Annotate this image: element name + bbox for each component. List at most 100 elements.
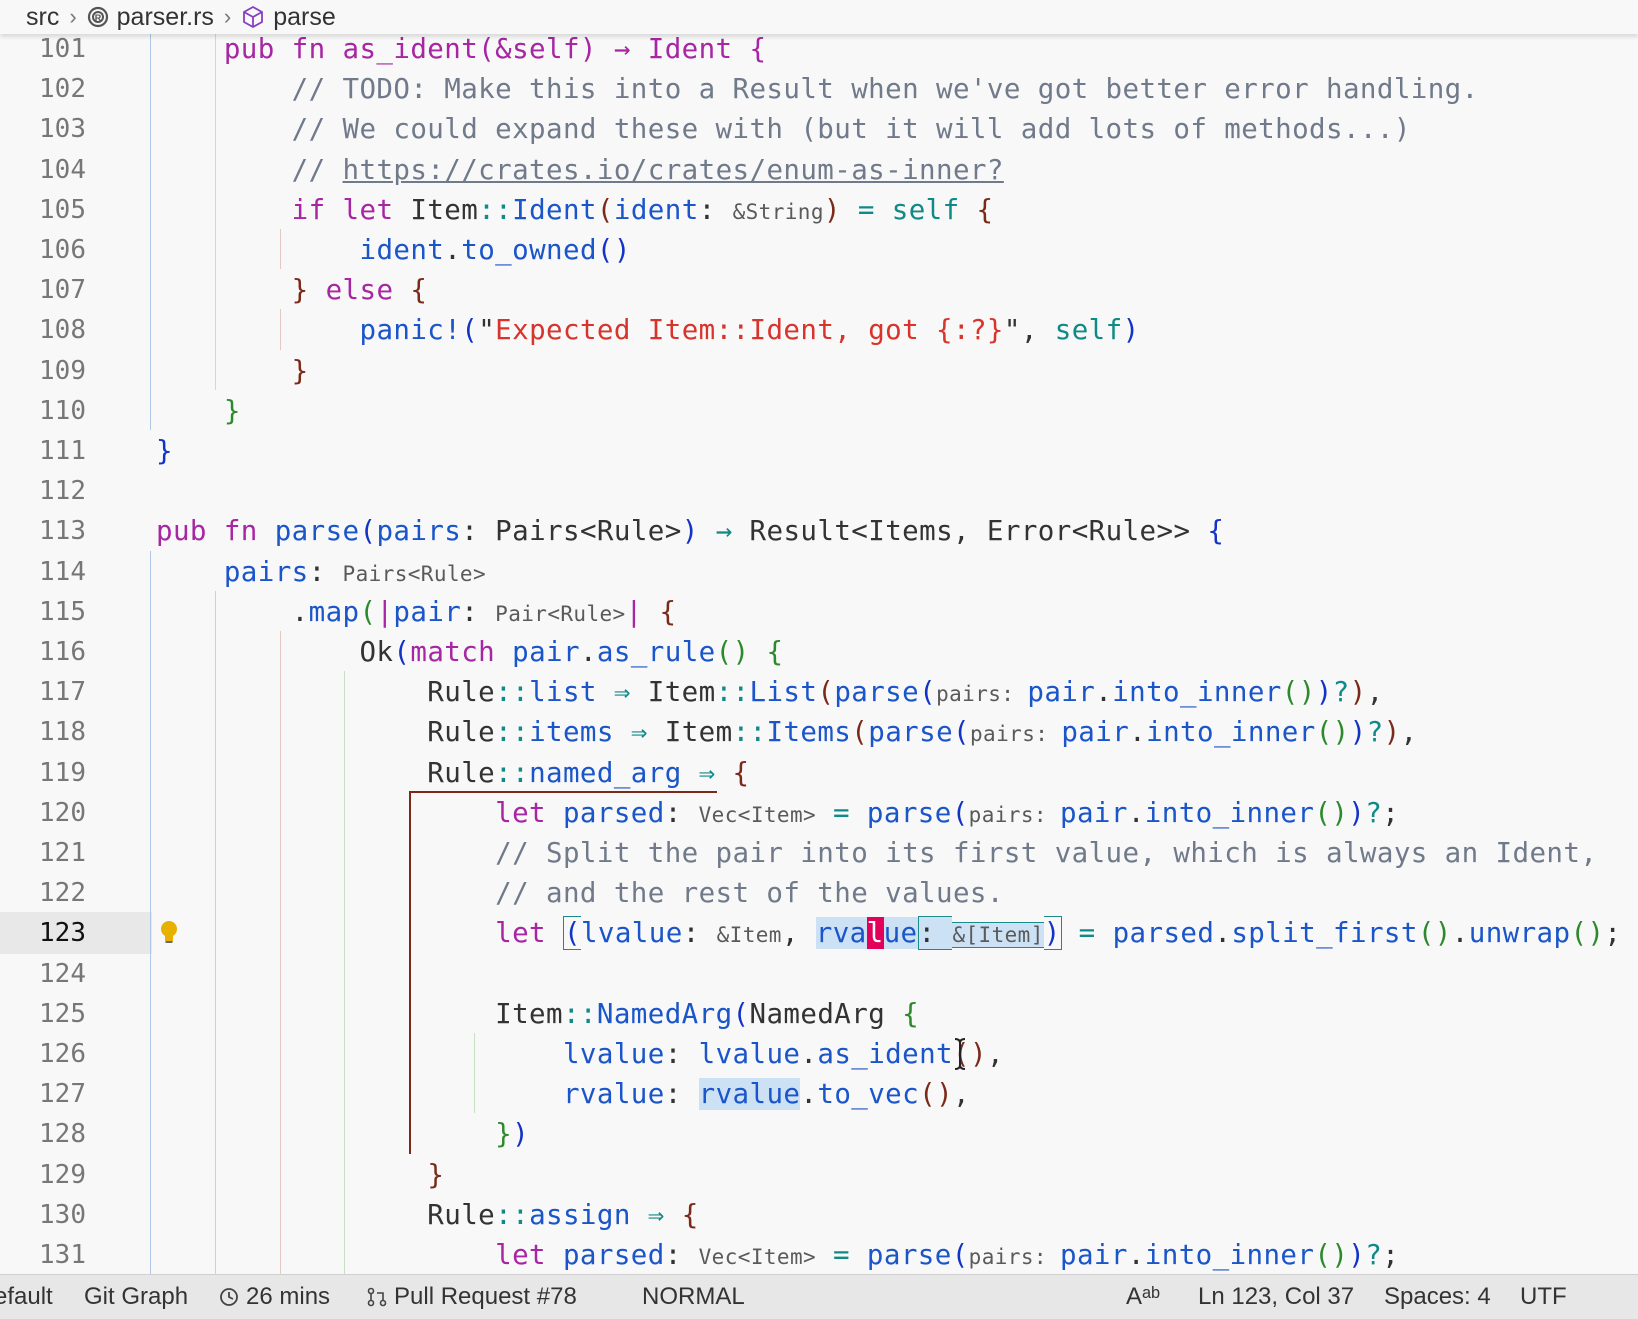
line-number: 103 xyxy=(39,114,86,145)
status-item[interactable]: Ln 123, Col 37 xyxy=(1198,1275,1354,1319)
code-line[interactable]: 112 xyxy=(0,470,1638,512)
code-token: Rule xyxy=(156,716,496,749)
code-token: to_owned xyxy=(461,234,597,266)
code-line[interactable]: 104 // https://crates.io/crates/enum-as-… xyxy=(0,149,1638,191)
code-token: ⇒ xyxy=(630,1198,682,1231)
code-token: () xyxy=(1314,1239,1349,1271)
code-token: () xyxy=(715,636,750,668)
status-item[interactable]: NORMAL xyxy=(642,1275,745,1319)
code-token: = xyxy=(1061,917,1113,950)
breadcrumb-item[interactable]: src xyxy=(26,3,59,32)
code-line[interactable]: 126 lvalue: lvalue.as_ident(), xyxy=(0,1033,1638,1075)
code-token: () xyxy=(1281,676,1316,709)
code-token: , xyxy=(1020,314,1055,347)
code-line[interactable]: 111} xyxy=(0,430,1638,472)
code-line[interactable]: 129 } xyxy=(0,1154,1638,1196)
code-token: } xyxy=(495,1118,513,1151)
code-line[interactable]: 116 Ok(match pair.as_rule() { xyxy=(0,631,1638,673)
code-text: ident.to_owned() xyxy=(156,229,631,271)
status-label: Ln 123, Col 37 xyxy=(1198,1283,1355,1310)
code-line[interactable]: 128 }) xyxy=(0,1113,1638,1155)
code-token: // Split the pair into its first value, … xyxy=(156,837,1598,869)
history-icon xyxy=(218,1286,240,1308)
code-line[interactable]: 106 ident.to_owned() xyxy=(0,229,1638,271)
indent-guide xyxy=(214,590,216,1274)
code-line[interactable]: 101 pub fn as_ident(&self) → Ident { xyxy=(0,34,1638,70)
code-token: List xyxy=(749,676,818,709)
status-item[interactable]: UTF xyxy=(1520,1275,1567,1319)
code-line[interactable]: 119 Rule::named_arg ⇒ { xyxy=(0,752,1638,794)
code-line[interactable]: 127 rvalue: rvalue.to_vec(), xyxy=(0,1073,1638,1115)
status-item[interactable]: Git Graph xyxy=(84,1275,188,1319)
lightbulb-icon[interactable] xyxy=(160,920,178,950)
code-line[interactable]: 115 .map(|pair: Pair<Rule>| { xyxy=(0,591,1638,633)
code-token: : xyxy=(308,555,343,588)
code-token: rvalue xyxy=(562,1078,665,1111)
line-number: 102 xyxy=(39,74,86,105)
code-line[interactable]: 131 let parsed: Vec<Item> = parse(pairs:… xyxy=(0,1234,1638,1274)
code-token: : xyxy=(664,1078,699,1111)
code-token: ) xyxy=(512,1118,530,1151)
code-line[interactable]: 103 // We could expand these with (but i… xyxy=(0,108,1638,150)
code-token: ( xyxy=(359,515,377,548)
line-number: 121 xyxy=(39,838,86,868)
code-token: . xyxy=(800,1078,818,1111)
code-line[interactable]: 109 } xyxy=(0,350,1638,392)
code-editor[interactable]: 101 pub fn as_ident(&self) → Ident {102 … xyxy=(0,34,1638,1274)
breadcrumb-item[interactable]: parse xyxy=(241,3,336,32)
code-line[interactable]: 117 Rule::list ⇒ Item::List(parse(pairs:… xyxy=(0,671,1638,713)
code-token: Item xyxy=(156,997,563,1030)
code-text: Rule::assign ⇒ { xyxy=(156,1194,699,1236)
code-text: }) xyxy=(156,1113,529,1155)
code-token: pair xyxy=(512,636,580,668)
status-label: 26 mins xyxy=(246,1283,331,1310)
code-line[interactable]: 130 Rule::assign ⇒ { xyxy=(0,1194,1638,1236)
status-item[interactable]: Spaces: 4 xyxy=(1384,1275,1491,1319)
breadcrumb-item[interactable]: Rparser.rs xyxy=(87,3,214,32)
code-text: lvalue: lvalue.as_ident(), xyxy=(156,1033,1004,1075)
code-line[interactable]: 125 Item::NamedArg(NamedArg { xyxy=(0,993,1638,1035)
status-item[interactable]: Aᵃᵇ xyxy=(1126,1275,1160,1319)
code-token: ) xyxy=(1315,676,1333,709)
code-text: Ok(match pair.as_rule() { xyxy=(156,631,783,673)
code-token: Rule xyxy=(156,756,496,789)
status-label: NORMAL xyxy=(642,1283,745,1310)
code-token: :: xyxy=(495,716,530,749)
code-line[interactable]: 118 Rule::items ⇒ Item::Items(parse(pair… xyxy=(0,711,1638,753)
line-number: 118 xyxy=(39,717,86,748)
code-text: pub fn parse(pairs: Pairs<Rule>) → Resul… xyxy=(156,510,1224,552)
code-token: ( xyxy=(951,796,969,829)
code-token: ? xyxy=(1366,716,1384,749)
code-token: ( xyxy=(953,716,971,749)
code-text: rvalue: rvalue.to_vec(), xyxy=(156,1073,970,1115)
inlay-hint: Pair<Rule> xyxy=(495,601,626,626)
status-item[interactable]: 26 mins xyxy=(218,1275,330,1319)
status-item[interactable]: efault xyxy=(0,1275,53,1319)
code-line[interactable]: 113 pub fn parse(pairs: Pairs<Rule>) → Re… xyxy=(0,510,1638,552)
code-line[interactable]: 120 let parsed: Vec<Item> = parse(pairs:… xyxy=(0,792,1638,834)
code-line[interactable]: 121 // Split the pair into its first val… xyxy=(0,832,1638,874)
code-line[interactable]: 105 if let Item::Ident(ident: &String) =… xyxy=(0,189,1638,231)
code-token: ( xyxy=(596,193,614,226)
code-line[interactable]: 123 let (lvalue: &Item, rvalue: &[Item])… xyxy=(0,912,1638,955)
code-token: let xyxy=(495,917,563,950)
code-line[interactable]: 124 xyxy=(0,953,1638,995)
status-item[interactable]: Pull Request #78 xyxy=(366,1275,577,1319)
line-number: 104 xyxy=(39,154,86,185)
breadcrumb-label: parser.rs xyxy=(116,2,214,31)
code-line[interactable]: 102 // TODO: Make this into a Result whe… xyxy=(0,68,1638,110)
code-line[interactable]: 110 } xyxy=(0,390,1638,432)
code-token: into_inner xyxy=(1146,716,1316,749)
code-token: into_inner xyxy=(1144,796,1315,829)
code-text: } else { xyxy=(156,269,427,311)
code-token: // We could expand these with (but it wi… xyxy=(156,113,1411,146)
code-line[interactable]: 108 panic!("Expected Item::Ident, got {:… xyxy=(0,309,1638,351)
code-line[interactable]: 114 pairs: Pairs<Rule> xyxy=(0,551,1638,593)
code-token: . xyxy=(1214,917,1232,950)
code-line[interactable]: 122 // and the rest of the values. xyxy=(0,872,1638,914)
code-token: :: xyxy=(478,193,513,226)
line-number: 105 xyxy=(39,194,86,225)
code-line[interactable]: 107 } else { xyxy=(0,269,1638,311)
